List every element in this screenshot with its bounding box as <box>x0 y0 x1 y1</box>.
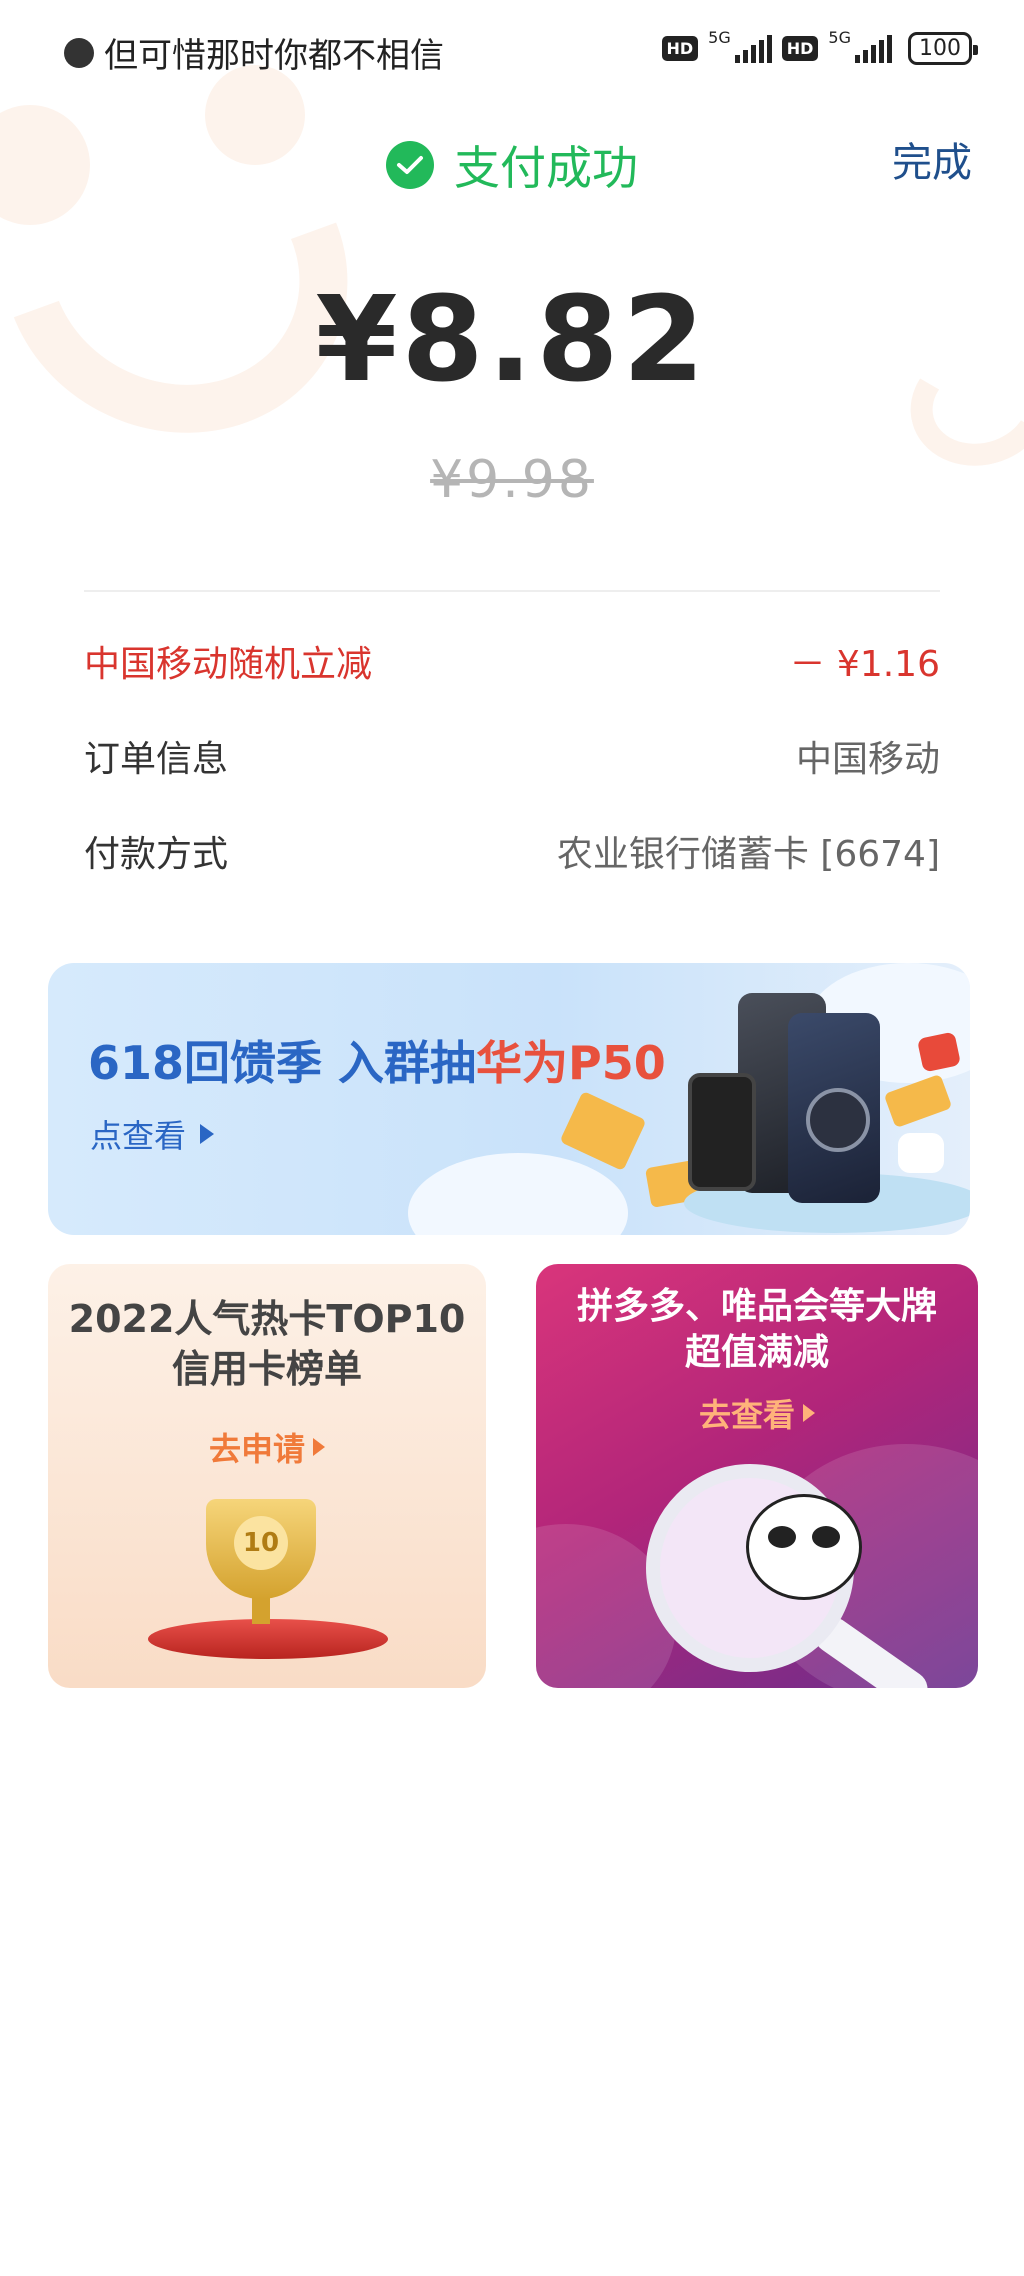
apply-link[interactable]: 去申请 <box>48 1424 486 1470</box>
status-bar-text: 但可惜那时你都不相信 <box>104 36 444 76</box>
done-button[interactable]: 完成 <box>892 130 972 188</box>
view-link-label: 去查看 <box>698 1396 795 1434</box>
network-type: 5G <box>708 28 731 47</box>
payment-status: 支付成功 <box>386 132 638 198</box>
card-title: 2022人气热卡TOP10 信用卡榜单 <box>68 1297 466 1391</box>
original-amount: ¥9.98 <box>430 450 594 510</box>
app-indicator-icon <box>64 37 94 68</box>
smartwatch-image <box>688 1073 756 1191</box>
detail-value: 农业银行储蓄卡 [6674] <box>556 834 940 875</box>
cloud-decoration <box>408 1153 628 1235</box>
hd-badge: HD <box>661 36 699 61</box>
status-bar: 但可惜那时你都不相信 HD 5G HD 5G 100 <box>0 0 1024 96</box>
hd-badge: HD <box>781 36 819 61</box>
trophy-base-image <box>148 1619 388 1659</box>
detail-label: 中国移动随机立减 <box>84 644 373 685</box>
play-arrow-icon <box>803 1404 815 1422</box>
trophy-number: 10 <box>234 1516 288 1570</box>
detail-value: 中国移动 <box>795 739 940 780</box>
detail-row-payment-method: 付款方式 农业银行储蓄卡 [6674] <box>84 825 940 877</box>
detail-value: － ¥1.16 <box>789 644 940 685</box>
banner-title: 618回馈季 入群抽华为P50 <box>88 1036 666 1090</box>
earbuds-image <box>898 1133 944 1173</box>
coupon-ticket-image <box>559 1090 647 1172</box>
camera-lens-image <box>806 1088 870 1152</box>
signal-strength-icon <box>855 34 892 63</box>
play-arrow-icon <box>200 1124 215 1144</box>
battery-indicator: 100 <box>908 32 978 65</box>
detail-label: 付款方式 <box>84 834 229 875</box>
panda-eye <box>812 1526 840 1548</box>
detail-row-discount: 中国移动随机立减 － ¥1.16 <box>84 635 940 687</box>
detail-row-order[interactable]: 订单信息 中国移动 <box>84 730 940 782</box>
signal-strength-icon <box>734 34 772 63</box>
network-type: 5G <box>828 28 851 47</box>
banner-link-label: 点查看 <box>90 1117 187 1155</box>
header: 支付成功 完成 <box>0 120 1024 200</box>
panda-eye <box>768 1526 796 1548</box>
apply-link-label: 去申请 <box>208 1430 305 1468</box>
brand-discount-card[interactable]: 拼多多、唯品会等大牌 超值满减 去查看 <box>536 1264 978 1688</box>
panda-mascot-image <box>746 1494 862 1600</box>
detail-label: 订单信息 <box>84 739 229 780</box>
play-arrow-icon <box>313 1438 325 1456</box>
banner-link[interactable]: 点查看 <box>90 1111 215 1157</box>
card-title: 拼多多、唯品会等大牌 超值满减 <box>576 1286 937 1373</box>
credit-card-ranking-card[interactable]: 2022人气热卡TOP10 信用卡榜单 去申请 10 <box>48 1264 486 1688</box>
paid-amount: ¥8.82 <box>315 270 709 408</box>
divider <box>84 590 940 592</box>
payment-status-text: 支付成功 <box>454 141 638 195</box>
check-circle-icon <box>386 141 434 189</box>
view-link[interactable]: 去查看 <box>536 1390 978 1436</box>
promo-banner-618[interactable]: 618回馈季 入群抽华为P50 点查看 <box>48 963 970 1235</box>
